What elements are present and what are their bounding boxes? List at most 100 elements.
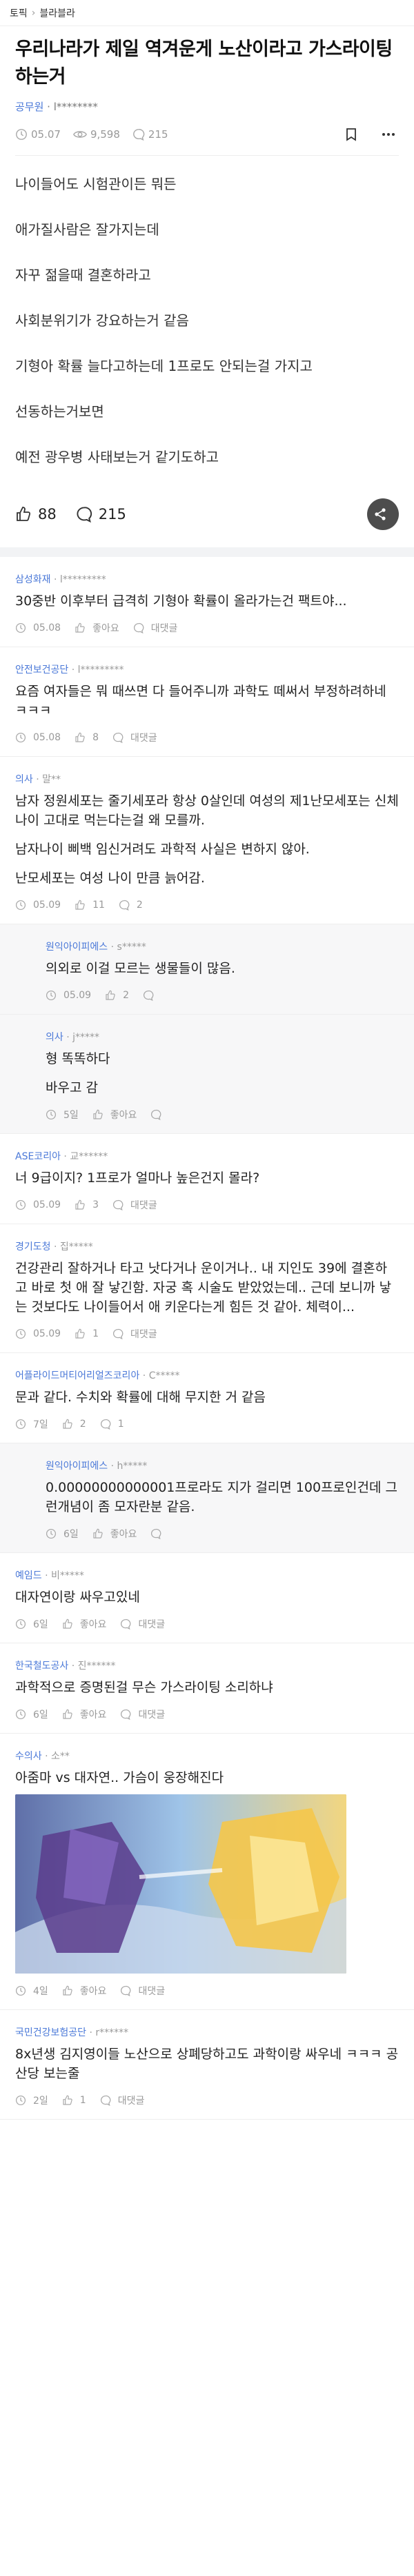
comment-date: 05.09 [15,900,61,911]
comment-icon [112,1199,127,1210]
share-icon [374,508,386,520]
comment-like-text: 11 [92,900,105,911]
comment-date-text: 6일 [33,1710,48,1721]
comment-like-button[interactable]: 2 [105,990,129,1001]
post-body-line: 나이들어도 시험관이든 뭐든 [15,176,177,192]
comment-like-button[interactable]: 1 [75,1328,99,1339]
comment-company[interactable]: 한국철도공사 [15,1661,68,1672]
comment-company[interactable]: 원익아이피에스 [46,1461,108,1472]
post-date: 05.07 [15,128,61,141]
post-meta: 05.07 9,598 215 [15,125,399,144]
author-company[interactable]: 공무원 [15,101,43,113]
thumbs-up-icon [62,1619,77,1630]
comment-author-name: 말** [42,774,61,785]
comment-company[interactable]: 의사 [46,1032,63,1043]
comment-company[interactable]: ASE코리아 [15,1151,61,1162]
thumbs-up-icon [62,2095,77,2106]
comment-like-button[interactable]: 좋아요 [92,1527,137,1541]
comment-meta: 05.09 11 2 [15,897,399,913]
comment-like-button[interactable]: 좋아요 [75,621,119,635]
comment-date: 05.09 [46,990,91,1001]
comment-list: 삼성화재 · l********* 30중반 이후부터 급격히 기형아 확률이 올… [0,557,414,2120]
thumbs-up-icon [62,1419,77,1430]
post-body-line: 애가질사람은 잘가지는데 [15,221,159,238]
comment-reply-button[interactable]: 대댓글 [100,2093,144,2107]
comment-date-text: 7일 [33,1419,48,1430]
clock-icon [15,1619,30,1630]
comment-author-name: l********* [59,574,106,585]
breadcrumb-separator: › [31,7,36,19]
comment-text-line: 건강관리 잘하거나 타고 낫다거나 운이거나.. 내 지인도 39에 결혼하고 … [15,1261,392,1315]
comment-like-button[interactable]: 8 [75,732,99,743]
comment-like-button[interactable]: 좋아요 [62,1617,106,1631]
comment-company[interactable]: 삼성화재 [15,574,51,585]
comment-like-button[interactable]: 1 [62,2095,86,2106]
comment-company[interactable]: 안전보건공단 [15,665,68,676]
post-body-line: 선동하는거보면 [15,403,104,420]
thumbs-up-icon [17,507,31,521]
comment-reply-button[interactable]: 대댓글 [112,1327,157,1341]
comment-image[interactable] [15,1794,346,1974]
breadcrumb: 토픽 › 블라블라 [0,0,414,26]
comment-meta: 05.08 좋아요 대댓글 [15,620,399,636]
comment: 한국철도공사 · 진****** 과학적으로 증명된걸 무슨 가스라이팅 소리하냐… [0,1643,414,1734]
like-button[interactable]: 88 [15,506,57,523]
comment-meta: 4일 좋아요 대댓글 [15,1983,399,1998]
post-comment-count-text: 215 [148,128,168,141]
more-options-icon[interactable] [382,132,399,136]
comment-icon [133,622,148,633]
comment: ASE코리아 · 교****** 너 9급이지? 1프로가 얼마나 높은건지 몰라… [0,1134,414,1224]
comment-reply-button[interactable]: 대댓글 [112,731,157,744]
clock-icon [15,1328,30,1339]
post-body: 나이들어도 시험관이든 뭐든 애가질사람은 잘가지는데 자꾸 젊을때 결혼하라고… [15,156,399,466]
comment-author-name: 소** [51,1751,70,1762]
comment-icon [100,2095,115,2106]
clock-icon [15,2095,30,2106]
comment-reply-button[interactable]: 1 [100,1419,124,1430]
comment-like-button[interactable]: 좋아요 [62,1707,106,1721]
comment-like-button[interactable]: 2 [62,1419,86,1430]
comment-date: 7일 [15,1417,48,1431]
comment-like-text: 2 [123,990,130,1001]
comment-like-button[interactable]: 3 [75,1199,99,1210]
comment-icon [143,990,157,1001]
comment-reply-button[interactable] [150,1528,168,1539]
post-title: 우리나라가 제일 역겨운게 노산이라고 가스라이팅하는거 [15,39,393,88]
comment-reply-button[interactable] [150,1109,168,1120]
comment-reply-button[interactable]: 대댓글 [120,1617,165,1631]
comment-company[interactable]: 의사 [15,774,33,785]
comment-company[interactable]: 수의사 [15,1751,42,1762]
comment-text: 문과 같다. 수치와 확률에 대해 무지한 거 같음 [15,1388,399,1407]
reply-comment: 원익아이피에스 · h***** 0.00000000000001프로라도 지가 … [0,1443,414,1553]
comment-reply-button[interactable]: 대댓글 [133,621,177,635]
comment-author-name: h***** [117,1461,148,1472]
comment-button[interactable]: 215 [76,506,126,523]
comment-date-text: 2일 [33,2096,48,2107]
comment-text: 남자 정원세포는 줄기세포라 항상 0살인데 여성의 제1난모세포는 신체나이 … [15,791,399,888]
comment-like-button[interactable]: 좋아요 [62,1984,106,1998]
thumbs-up-icon [75,622,89,633]
comment-company[interactable]: 예임드 [15,1570,42,1581]
comment-author-sep: · [50,574,60,585]
breadcrumb-topic[interactable]: 토픽 [10,6,28,20]
clock-icon [46,1528,60,1539]
comment-reply-button[interactable]: 대댓글 [120,1984,165,1998]
breadcrumb-board[interactable]: 블라블라 [39,6,75,20]
comment-company[interactable]: 어플라이드머티어리얼즈코리아 [15,1370,139,1381]
comment-reply-button[interactable]: 대댓글 [120,1707,165,1721]
comment-like-button[interactable]: 좋아요 [92,1108,137,1122]
share-button[interactable] [367,498,399,530]
comment-company[interactable]: 원익아이피에스 [46,942,108,953]
comment-icon [112,1328,127,1339]
comment: 경기도청 · 집***** 건강관리 잘하거나 타고 낫다거나 운이거나.. 내 … [0,1224,414,1353]
comment-reply-button[interactable]: 대댓글 [112,1198,157,1212]
comment-author: 어플라이드머티어리얼즈코리아 · C***** [15,1368,399,1382]
comment-company[interactable]: 국민건강보험공단 [15,2027,86,2038]
comment-company[interactable]: 경기도청 [15,1241,51,1252]
comment-reply-button[interactable]: 2 [119,900,143,911]
comment-author-name: 진****** [77,1661,116,1672]
comment-reply-button[interactable] [143,990,161,1001]
bookmark-icon[interactable] [345,128,361,141]
comment-like-button[interactable]: 11 [75,900,105,911]
comment-date: 6일 [46,1527,79,1541]
